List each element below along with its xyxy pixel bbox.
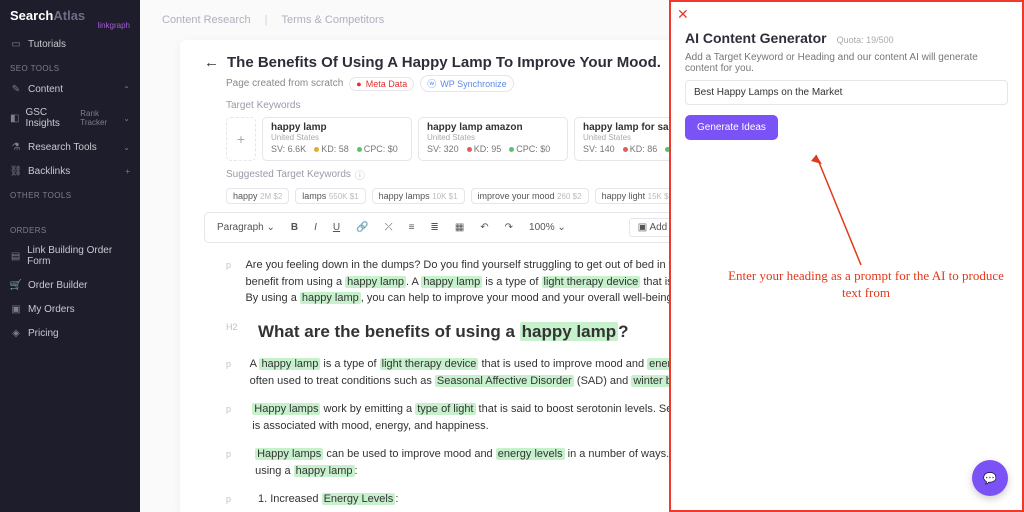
close-icon[interactable]: ✕ xyxy=(677,6,689,23)
tag-icon: ◈ xyxy=(10,327,22,339)
alert-icon: ● xyxy=(356,79,361,89)
bag-icon: ▣ xyxy=(10,303,22,315)
info-icon[interactable]: ⓘ xyxy=(355,167,365,182)
nav-my-orders-label: My Orders xyxy=(28,304,75,315)
nav-link-building[interactable]: ▤ Link Building Order Form xyxy=(0,239,140,273)
chart-icon: ◧ xyxy=(10,112,19,124)
nav-link-building-label: Link Building Order Form xyxy=(27,245,130,267)
brand-b: Atlas xyxy=(53,8,85,23)
block-tag: p xyxy=(226,401,240,434)
annotation-arrow xyxy=(806,150,876,270)
nav-order-builder-label: Order Builder xyxy=(28,280,87,291)
nav-pricing-label: Pricing xyxy=(28,328,59,339)
italic-button[interactable]: I xyxy=(310,220,321,235)
nav-tutorials-label: Tutorials xyxy=(28,39,66,50)
unlink-button[interactable]: ⤫ xyxy=(381,220,397,235)
undo-button[interactable]: ↶ xyxy=(476,220,492,235)
section-orders: ORDERS xyxy=(0,218,140,239)
link-icon: ⛓ xyxy=(10,165,22,177)
ul-button[interactable]: ≣ xyxy=(426,220,442,235)
add-keyword-button[interactable]: + xyxy=(226,117,256,161)
chat-bubble-button[interactable]: 💬 xyxy=(972,460,1008,496)
ai-title: AI Content Generator xyxy=(685,30,827,46)
doc-title: The Benefits Of Using A Happy Lamp To Im… xyxy=(227,54,661,71)
nav-backlinks[interactable]: ⛓ Backlinks + xyxy=(0,159,140,183)
back-arrow-icon[interactable]: ← xyxy=(204,54,219,71)
suggested-kw-label: Suggested Target Keywords xyxy=(226,169,351,180)
brand-a: Search xyxy=(10,8,53,23)
nav-pricing[interactable]: ◈ Pricing xyxy=(0,321,140,345)
book-icon: ▭ xyxy=(10,38,22,50)
wp-badge[interactable]: ⓦWP Synchronize xyxy=(420,75,513,92)
cart-icon: 🛒 xyxy=(10,279,22,291)
link-button[interactable]: 🔗 xyxy=(352,220,372,235)
nav-content[interactable]: ✎ Content ⌃ xyxy=(0,77,140,101)
para-select[interactable]: Paragraph ⌄ xyxy=(213,220,279,235)
chip[interactable]: happy lamps 10K $1 xyxy=(372,188,465,204)
section-other-tools: OTHER TOOLS xyxy=(0,183,140,204)
doc-icon: ✎ xyxy=(10,83,22,95)
generate-ideas-button[interactable]: Generate Ideas xyxy=(685,115,778,140)
nav-gsc-label: GSC Insights xyxy=(25,107,71,129)
underline-button[interactable]: U xyxy=(329,220,344,235)
block-tag: p xyxy=(226,257,233,307)
nav-backlinks-label: Backlinks xyxy=(28,166,70,177)
sidebar: SearchAtlas linkgraph ▭ Tutorials SEO TOO… xyxy=(0,0,140,512)
breadcrumb-a[interactable]: Content Research xyxy=(162,14,251,26)
flask-icon: ⚗ xyxy=(10,141,22,153)
breadcrumb-b[interactable]: Terms & Competitors xyxy=(282,14,385,26)
chevron-up-icon: ⌃ xyxy=(123,85,130,94)
chip[interactable]: happy light 15K $1 xyxy=(595,188,680,204)
nav-gsc-mini: Rank Tracker xyxy=(80,109,117,127)
ai-desc: Add a Target Keyword or Heading and our … xyxy=(685,52,1008,74)
table-button[interactable]: ▦ xyxy=(451,220,468,235)
block-tag: H2 xyxy=(226,319,246,345)
meta-badge[interactable]: ●Meta Data xyxy=(349,77,414,91)
block-tag: p xyxy=(226,491,246,508)
ai-quota: Quota: 19/500 xyxy=(837,35,894,45)
annotation-text: Enter your heading as a prompt for the A… xyxy=(721,268,1011,302)
image-icon: ▣ xyxy=(638,222,647,233)
kw-card[interactable]: happy lamp amazonUnited States SV: 320KD… xyxy=(418,117,568,161)
chip[interactable]: lamps 550K $1 xyxy=(295,188,365,204)
zoom-select[interactable]: 100% ⌄ xyxy=(525,220,570,235)
chat-icon: 💬 xyxy=(983,472,997,485)
block-tag: p xyxy=(226,446,243,479)
chevron-down-icon: ⌄ xyxy=(123,114,130,123)
kw-card[interactable]: happy lampUnited States SV: 6.6KKD: 58CP… xyxy=(262,117,412,161)
nav-research[interactable]: ⚗ Research Tools ⌄ xyxy=(0,135,140,159)
chip[interactable]: improve your mood 260 $2 xyxy=(471,188,589,204)
ol-button[interactable]: ≡ xyxy=(405,220,419,235)
nav-my-orders[interactable]: ▣ My Orders xyxy=(0,297,140,321)
block-tag: p xyxy=(226,356,238,389)
redo-button[interactable]: ↷ xyxy=(501,220,517,235)
wp-icon: ⓦ xyxy=(427,77,436,90)
ai-keyword-input[interactable] xyxy=(685,80,1008,105)
section-seo-tools: SEO TOOLS xyxy=(0,56,140,77)
nav-gsc[interactable]: ◧ GSC Insights Rank Tracker ⌄ xyxy=(0,101,140,135)
chevron-down-icon: ⌄ xyxy=(123,143,130,152)
form-icon: ▤ xyxy=(10,250,21,262)
ai-panel: ✕ AI Content Generator Quota: 19/500 Add… xyxy=(669,0,1024,512)
plus-icon: + xyxy=(125,167,130,176)
nav-tutorials[interactable]: ▭ Tutorials xyxy=(0,32,140,56)
breadcrumb-sep: | xyxy=(265,14,268,26)
bold-button[interactable]: B xyxy=(287,220,302,235)
scratch-label: Page created from scratch xyxy=(226,78,343,89)
nav-content-label: Content xyxy=(28,84,63,95)
nav-research-label: Research Tools xyxy=(28,142,97,153)
chip[interactable]: happy 2M $2 xyxy=(226,188,289,204)
nav-order-builder[interactable]: 🛒 Order Builder xyxy=(0,273,140,297)
brand: SearchAtlas linkgraph xyxy=(0,0,140,32)
